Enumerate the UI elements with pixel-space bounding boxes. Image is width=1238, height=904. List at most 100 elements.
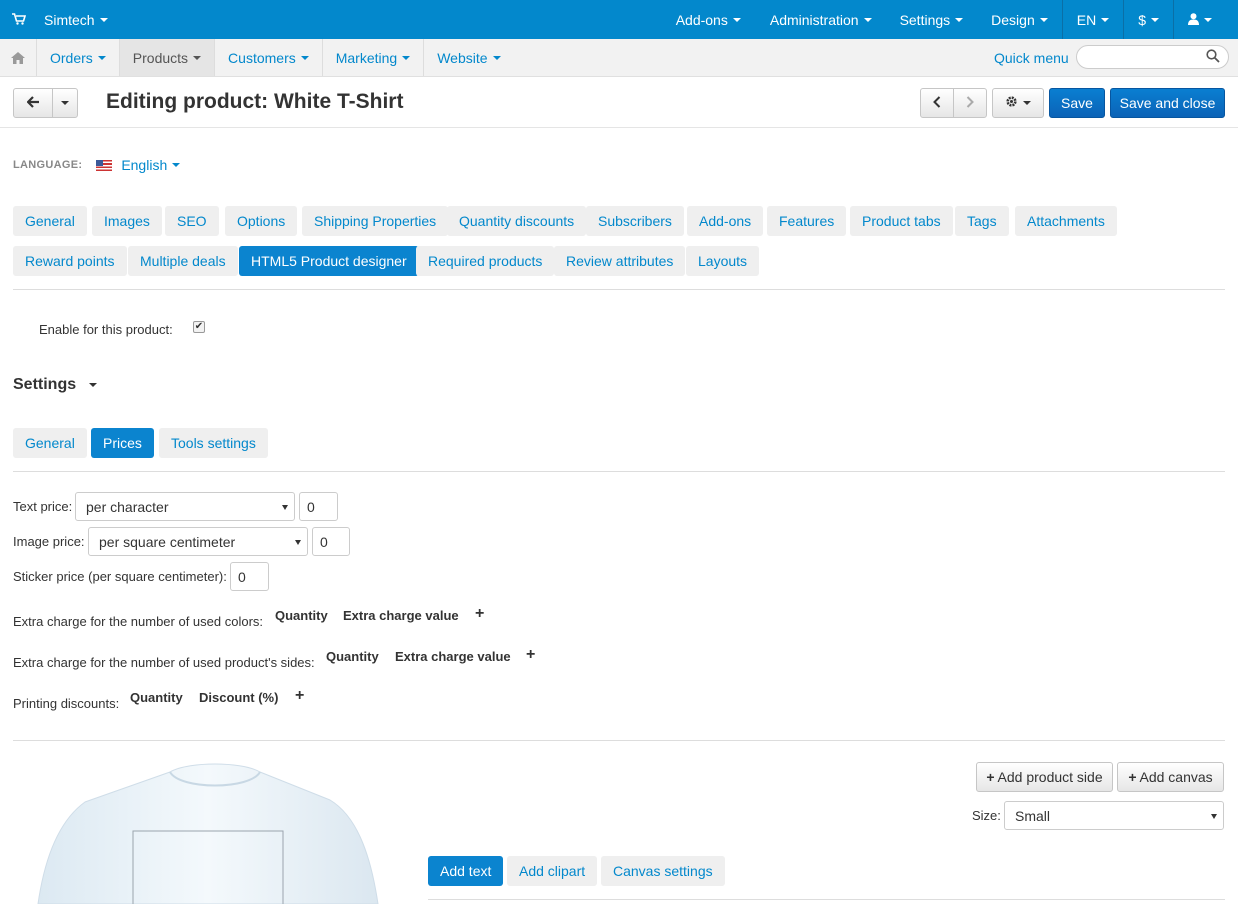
- add-colors-charge-plus-icon[interactable]: +: [475, 605, 484, 623]
- text-price-label: Text price:: [13, 499, 73, 514]
- tab-features[interactable]: Features: [767, 206, 847, 236]
- tab-html5-product-designer[interactable]: HTML5 Product designer: [239, 246, 419, 276]
- us-flag-icon: [96, 159, 113, 171]
- add-discount-plus-icon[interactable]: +: [295, 687, 304, 705]
- colors-quantity-header: Quantity: [275, 608, 328, 623]
- designer-tab-add-text[interactable]: Add text: [428, 856, 504, 886]
- search-input[interactable]: [1076, 45, 1229, 69]
- divider: [13, 289, 1225, 290]
- designer-tab-canvas-settings[interactable]: Canvas settings: [601, 856, 725, 886]
- settings-dropdown-button[interactable]: [992, 88, 1044, 118]
- settings-heading[interactable]: Settings: [13, 376, 98, 394]
- chevron-down-icon: [61, 101, 69, 105]
- nav-marketing[interactable]: Marketing: [323, 39, 425, 76]
- store-name: Simtech: [44, 11, 95, 28]
- nav-orders[interactable]: Orders: [37, 39, 120, 76]
- chevron-down-icon: [1101, 17, 1110, 22]
- main-nav: Orders Products Customers Marketing Webs…: [0, 39, 1238, 77]
- tab-layouts[interactable]: Layouts: [686, 246, 760, 276]
- cart-icon: [12, 12, 27, 28]
- sticker-price-input[interactable]: 0: [230, 562, 269, 591]
- image-price-select[interactable]: per square centimeter: [88, 527, 308, 556]
- tab-subscribers[interactable]: Subscribers: [586, 206, 684, 236]
- enable-label: Enable for this product:: [39, 322, 173, 337]
- subtab-tools-settings[interactable]: Tools settings: [159, 428, 268, 458]
- sides-quantity-header: Quantity: [326, 649, 379, 664]
- next-product-button[interactable]: [953, 88, 987, 118]
- sticker-price-label: Sticker price (per square centimeter):: [13, 569, 227, 584]
- tab-multiple-deals[interactable]: Multiple deals: [128, 246, 238, 276]
- save-button[interactable]: Save: [1049, 88, 1105, 118]
- user-icon: [1188, 12, 1199, 28]
- menu-addons[interactable]: Add-ons: [664, 0, 756, 39]
- tab-product-tabs[interactable]: Product tabs: [850, 206, 953, 236]
- save-and-close-button[interactable]: Save and close: [1110, 88, 1225, 118]
- tab-tags[interactable]: Tags: [955, 206, 1009, 236]
- tab-images[interactable]: Images: [92, 206, 162, 236]
- chevron-down-icon: [863, 17, 872, 22]
- language-selector: LANGUAGE: English: [13, 157, 181, 173]
- chevron-down-icon: [193, 55, 202, 60]
- menu-currency[interactable]: $: [1123, 0, 1173, 39]
- enable-checkbox[interactable]: ✔: [193, 321, 205, 333]
- quick-menu-link[interactable]: Quick menu: [994, 50, 1069, 66]
- arrow-left-icon: [25, 95, 40, 111]
- subtab-general[interactable]: General: [13, 428, 87, 458]
- menu-language[interactable]: EN: [1061, 0, 1123, 39]
- tab-seo[interactable]: SEO: [165, 206, 219, 236]
- chevron-down-icon: [402, 55, 411, 60]
- back-dropdown-button[interactable]: [52, 88, 78, 118]
- printing-discounts-label: Printing discounts:: [13, 696, 120, 711]
- add-product-side-button[interactable]: + Add product side: [976, 762, 1113, 792]
- tab-reward-points[interactable]: Reward points: [13, 246, 127, 276]
- page-header: Editing product: White T-Shirt Save Save…: [0, 78, 1238, 128]
- chevron-down-icon: [1204, 17, 1212, 22]
- tab-addons[interactable]: Add-ons: [687, 206, 764, 236]
- home-icon[interactable]: [0, 39, 37, 76]
- plus-icon: +: [1128, 769, 1137, 785]
- search-icon: [1206, 49, 1220, 66]
- tab-review-attributes[interactable]: Review attributes: [554, 246, 686, 276]
- prev-product-button[interactable]: [920, 88, 954, 118]
- gear-icon: [1005, 95, 1018, 111]
- add-canvas-button[interactable]: + Add canvas: [1117, 762, 1224, 792]
- text-price-input[interactable]: 0: [299, 492, 338, 521]
- designer-tab-add-clipart[interactable]: Add clipart: [507, 856, 598, 886]
- chevron-down-icon: [300, 55, 309, 60]
- chevron-down-icon: [955, 17, 964, 22]
- add-sides-charge-plus-icon[interactable]: +: [526, 646, 535, 664]
- colors-charge-label: Extra charge for the number of used colo…: [13, 614, 264, 629]
- chevron-down-icon: [99, 17, 108, 22]
- select-arrow-icon: [295, 540, 301, 545]
- store-switcher[interactable]: Simtech: [12, 0, 108, 39]
- chevron-down-icon: [89, 382, 98, 387]
- tab-attachments[interactable]: Attachments: [1015, 206, 1117, 236]
- tab-required-products[interactable]: Required products: [416, 246, 555, 276]
- tab-general[interactable]: General: [13, 206, 87, 236]
- tab-quantity-discounts[interactable]: Quantity discounts: [447, 206, 587, 236]
- tab-options[interactable]: Options: [225, 206, 298, 236]
- chevron-down-icon: [97, 55, 106, 60]
- menu-settings[interactable]: Settings: [886, 0, 978, 39]
- subtab-prices[interactable]: Prices: [91, 428, 154, 458]
- divider: [13, 740, 1225, 741]
- menu-administration[interactable]: Administration: [756, 0, 886, 39]
- discounts-percent-header: Discount (%): [199, 690, 279, 705]
- menu-design[interactable]: Design: [977, 0, 1062, 39]
- tab-shipping-properties[interactable]: Shipping Properties: [302, 206, 449, 236]
- plus-icon: +: [986, 769, 995, 785]
- menu-user[interactable]: [1173, 0, 1238, 39]
- back-button[interactable]: [13, 88, 53, 118]
- nav-products[interactable]: Products: [119, 39, 216, 76]
- chevron-right-icon: [966, 95, 974, 111]
- nav-customers[interactable]: Customers: [215, 39, 323, 76]
- text-price-select[interactable]: per character: [75, 492, 295, 521]
- chevron-down-icon: [1151, 17, 1159, 22]
- image-price-input[interactable]: 0: [312, 527, 350, 556]
- size-select[interactable]: Small: [1004, 801, 1224, 830]
- tshirt-preview-image: [30, 760, 400, 904]
- nav-website[interactable]: Website: [424, 39, 513, 76]
- language-dropdown[interactable]: English: [96, 157, 181, 173]
- chevron-down-icon: [172, 163, 181, 167]
- select-arrow-icon: [1211, 814, 1217, 819]
